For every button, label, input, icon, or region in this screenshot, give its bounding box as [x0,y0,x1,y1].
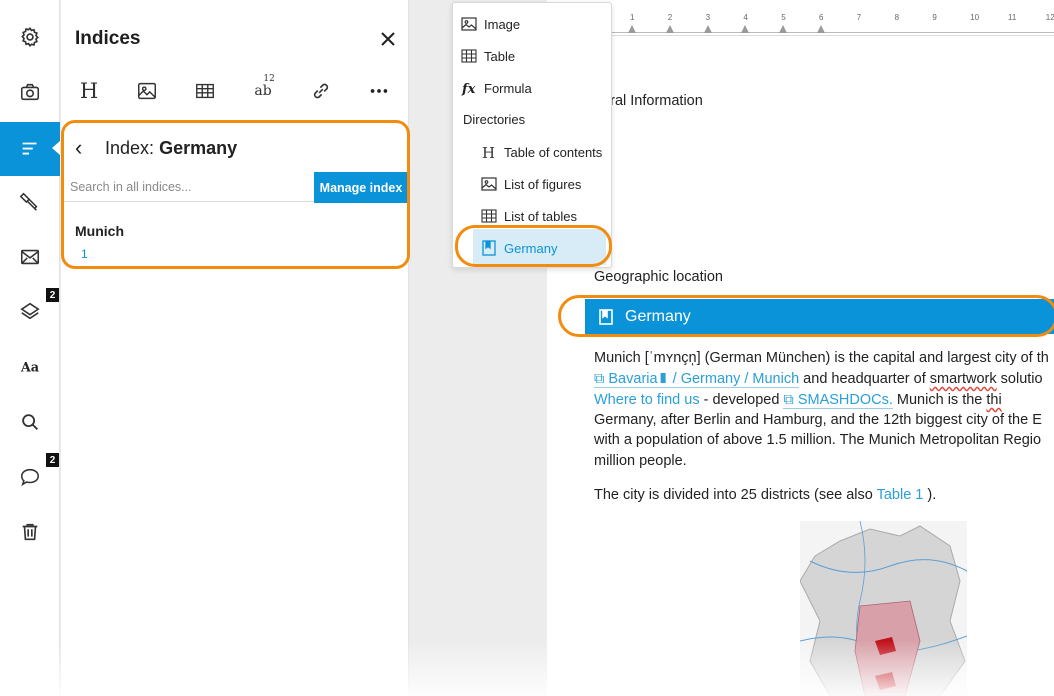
ruler-number: 11 [1008,13,1017,22]
font-icon: Aa [20,361,40,376]
bavaria-link[interactable]: ⧉ Bavaria▮ / Germany / Munich [594,371,800,388]
svg-text:Aa: Aa [20,361,40,376]
bookmark-icon: ▮ [657,371,669,387]
para1-line2: ⧉ Bavaria▮ / Germany / Munich and headqu… [594,371,1043,388]
ruler-number: 8 [894,13,900,22]
para1-line5: with a population of above 1.5 million. … [594,432,1042,448]
image-icon [461,17,477,31]
ruler-tab-marker[interactable] [665,25,674,33]
ruler-number: 3 [705,13,711,22]
ruler-number: 7 [856,13,862,22]
font-button[interactable]: Aa [0,340,60,394]
link-icon [313,83,329,99]
menu-item-table[interactable]: Table [461,45,515,67]
heading-icon: H [79,79,99,103]
link-index-tool[interactable] [308,78,334,104]
heading-index-tool[interactable]: H [76,78,102,104]
para1-line6: million people. [594,453,687,469]
table-icon [461,49,477,63]
active-caret [52,141,60,155]
mail-icon [20,249,40,265]
menu-item-formula[interactable]: fx Formula [461,77,532,99]
settings-button[interactable] [0,10,60,64]
formula-icon: fx [461,82,476,96]
mail-button[interactable] [0,230,60,284]
gear-icon [21,27,39,47]
menu-highlight [455,225,612,267]
ruler-number: 4 [743,13,748,22]
more-options-button[interactable] [366,78,392,104]
ruler-number: 2 [667,13,673,22]
search-button[interactable] [0,395,60,449]
table-icon [481,209,497,223]
spellcheck-word[interactable]: smartwork [930,371,997,387]
svg-text:fx: fx [461,82,476,96]
delete-button[interactable] [0,505,60,559]
ruler-tab-marker[interactable] [628,25,636,33]
menu-heading-directories: Directories [463,112,526,127]
ruler-number: 9 [932,13,937,22]
external-link-icon: ⧉ [783,392,798,408]
menu-item-table-of-contents[interactable]: H Table of contents [481,141,602,163]
ruler-number: 10 [970,13,980,22]
ruler: 1 2 3 4 5 6 7 8 9 10 11 12 [610,10,1054,36]
ruler-number: 5 [781,13,786,22]
menu-item-list-of-tables[interactable]: List of tables [481,205,577,227]
close-icon[interactable] [379,30,397,48]
image-icon [481,177,497,191]
camera-button[interactable] [0,65,60,119]
index-highlight [61,120,410,269]
para1-line1: Munich [ˈmʏnçn̩] (German München) is the… [594,350,1049,366]
left-toolbar: 2 Aa 2 [0,0,60,696]
ruler-tab-marker[interactable] [703,25,712,33]
where-to-find-us-link[interactable]: Where to find us [594,392,700,408]
heading-geographic-location[interactable]: Geographic location [594,269,723,285]
table-index-tool[interactable] [192,78,218,104]
layers-icon [20,302,40,320]
footnote-index-tool[interactable]: ab 12 [250,74,276,104]
search-icon [22,414,38,430]
ruler-tab-marker[interactable] [779,25,788,33]
para1-line3: Where to find us - developed ⧉ SMASHDOCs… [594,392,1002,409]
image-icon [138,82,156,100]
bottom-fade [0,640,1054,696]
ruler-tab-marker[interactable] [741,25,750,33]
external-link-icon: ⧉ [594,371,609,387]
comment-icon [20,468,40,487]
ruler-number: 12 [1045,13,1054,22]
smashdocs-link[interactable]: ⧉ SMASHDOCs. [783,392,893,409]
spellcheck-word[interactable]: thi [986,392,1001,408]
superscript-icon: ab 12 [254,74,275,99]
layers-badge: 2 [46,288,59,302]
ruler-number: 1 [630,13,635,22]
trash-icon [22,523,38,541]
heading-icon: H [482,144,495,160]
comments-badge: 2 [46,453,59,467]
panel-title: Indices [75,28,141,49]
list-icon [22,142,37,155]
menu-item-image[interactable]: Image [461,13,520,35]
camera-icon [20,83,40,101]
more-icon [370,89,388,93]
svg-text:H: H [482,144,495,160]
indices-panel: Indices H ab12 ‹ Index: Germany Manage i… [61,0,410,696]
format-painter-button[interactable] [0,175,60,229]
para2: The city is divided into 25 districts (s… [594,487,937,503]
table-1-link[interactable]: Table 1 [877,487,924,503]
table-icon [196,83,214,99]
para1-line4: Germany, after Berlin and Hamburg, and t… [594,412,1042,428]
indices-button[interactable] [0,122,60,176]
banner-highlight [558,295,1054,337]
ruler-number: 6 [819,13,824,22]
menu-item-list-of-figures[interactable]: List of figures [481,173,581,195]
image-index-tool[interactable] [134,78,160,104]
paint-brush-icon [19,192,38,211]
ruler-tab-marker[interactable] [817,25,825,33]
